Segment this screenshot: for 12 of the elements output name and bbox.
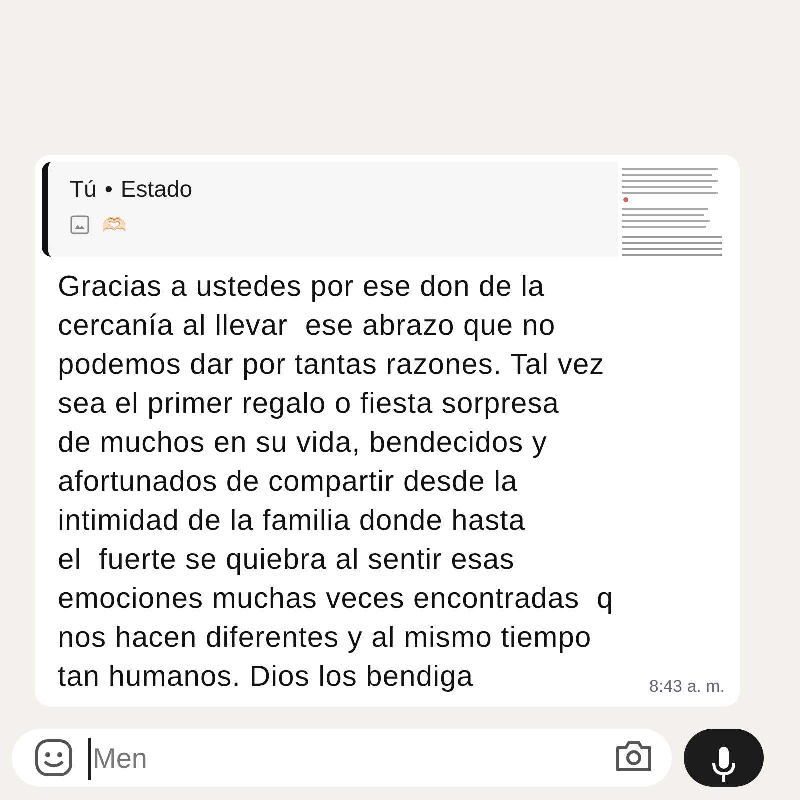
composer-bar[interactable]: Men [12, 729, 672, 787]
quote-source: Estado [120, 176, 193, 203]
message-field[interactable]: Men [88, 738, 515, 780]
image-icon [70, 215, 90, 235]
quoted-status[interactable]: Tú • Estado 🫶🏻 [42, 162, 733, 257]
sticker-icon[interactable] [34, 738, 74, 778]
microphone-icon [711, 745, 737, 785]
quote-author: Tú [70, 176, 97, 203]
message-time: 8:43 a. m. [649, 677, 725, 697]
message-text: Gracias a ustedes por ese don de la cercanía al llevar ese abrazo que no podemos dar por tantas razones. Tal vez sea el primer regalo o fiesta sorpresa de muchos en su vida, bendecidos y afortunados de compartir desde la intimidad de la familia donde hasta el fuerte se quiebra al sentir esas emociones muchas veces encontradas q nos hacen diferentes y al mismo tiempo tan humanos. Dios los bendiga [58, 270, 614, 695]
quote-emoji: 🫶🏻 [102, 213, 127, 237]
separator: • [104, 176, 113, 203]
